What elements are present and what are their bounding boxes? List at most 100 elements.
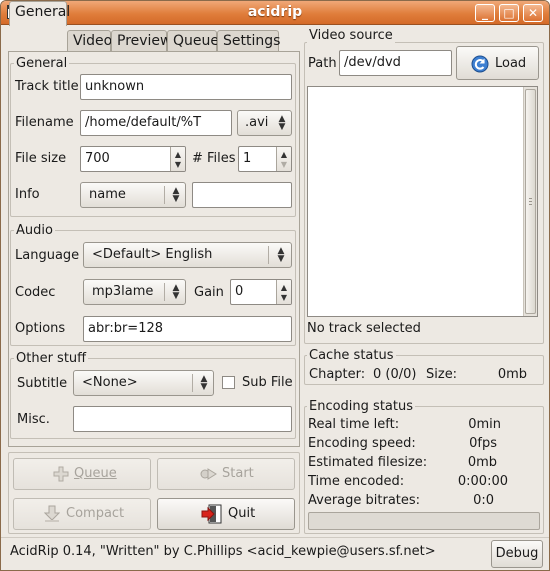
estimated-filesize-label: Estimated filesize: bbox=[308, 455, 428, 470]
start-icon bbox=[200, 466, 218, 482]
encoding-speed-label: Encoding speed: bbox=[308, 436, 416, 451]
info-label: Info bbox=[15, 187, 40, 202]
subtitle-value: <None> bbox=[82, 375, 138, 390]
filesize-value: 700 bbox=[85, 151, 110, 166]
time-encoded-value: 0:00:00 bbox=[457, 474, 508, 489]
codec-label: Codec bbox=[15, 285, 56, 300]
language-combo-separator bbox=[268, 246, 269, 264]
size-value: 0mb bbox=[497, 367, 527, 382]
minimize-button[interactable]: _ bbox=[475, 4, 495, 22]
options-input[interactable]: abr:br=128 bbox=[83, 316, 292, 342]
language-label: Language bbox=[15, 248, 80, 263]
quit-button[interactable]: Quit bbox=[157, 498, 295, 530]
filename-label: Filename bbox=[15, 115, 74, 130]
acidrip-window: acidrip _ □ ✕ General Video Preview Queu… bbox=[0, 0, 550, 571]
download-icon bbox=[43, 505, 61, 523]
quit-label: Quit bbox=[228, 506, 256, 521]
grip-line bbox=[529, 201, 532, 202]
codec-combo-separator bbox=[164, 283, 165, 301]
gain-spinner[interactable]: 0 ▲ ▼ bbox=[230, 279, 292, 305]
debug-button[interactable]: Debug bbox=[491, 540, 543, 568]
gain-label: Gain bbox=[194, 285, 224, 300]
size-label: Size: bbox=[426, 367, 458, 382]
subfile-checkbox[interactable] bbox=[222, 376, 235, 389]
video-source-label: Video source bbox=[307, 28, 395, 43]
info-input[interactable] bbox=[192, 182, 292, 208]
tab-video[interactable]: Video bbox=[67, 30, 112, 52]
scrollbar-thumb[interactable] bbox=[525, 89, 536, 314]
real-time-left-label: Real time left: bbox=[308, 417, 400, 432]
filesize-stepper-icon[interactable]: ▲ ▼ bbox=[170, 147, 185, 171]
estimated-filesize-value: 0mb bbox=[467, 455, 497, 470]
gain-stepper-icon[interactable]: ▲ ▼ bbox=[276, 280, 291, 304]
filesize-label: File size bbox=[15, 151, 67, 166]
codec-chevron-icon: ▲ ▼ bbox=[172, 283, 180, 301]
options-label: Options bbox=[15, 321, 66, 336]
language-combo[interactable]: <Default> English bbox=[83, 242, 292, 268]
filesize-spinner[interactable]: 700 ▲ ▼ bbox=[80, 146, 186, 172]
extension-chevron-icon: ▲ ▼ bbox=[278, 114, 286, 132]
time-encoded-label: Time encoded: bbox=[308, 474, 405, 489]
track-title-input[interactable]: unknown bbox=[80, 74, 292, 100]
start-button[interactable]: Start bbox=[157, 458, 295, 490]
files-value: 1 bbox=[243, 151, 252, 166]
title-bar[interactable]: acidrip _ □ ✕ bbox=[1, 1, 549, 25]
queue-button[interactable]: Queue bbox=[13, 458, 151, 490]
compact-label: Compact bbox=[66, 506, 125, 521]
track-list-scrollbar[interactable] bbox=[523, 87, 537, 316]
misc-input[interactable] bbox=[73, 406, 292, 432]
window-title: acidrip bbox=[247, 4, 303, 20]
files-stepper-icon[interactable]: ▲ ▼ bbox=[276, 147, 291, 171]
tab-queue[interactable]: Queue bbox=[167, 30, 219, 52]
status-text: AcidRip 0.14, "Written" by C.Phillips <a… bbox=[10, 544, 436, 559]
filename-input[interactable]: /home/default/%T bbox=[80, 110, 232, 136]
language-value: <Default> English bbox=[92, 247, 213, 262]
tab-general[interactable]: General bbox=[9, 1, 70, 26]
maximize-button[interactable]: □ bbox=[499, 4, 519, 22]
gain-value: 0 bbox=[235, 284, 244, 299]
files-spinner[interactable]: 1 ▲ ▼ bbox=[238, 146, 292, 172]
other-stuff-frame-label: Other stuff bbox=[14, 351, 89, 366]
average-bitrates-label: Average bitrates: bbox=[308, 493, 421, 508]
load-label: Load bbox=[495, 56, 527, 71]
encoding-status-label: Encoding status bbox=[307, 399, 415, 414]
quit-icon bbox=[201, 504, 223, 524]
general-frame-label: General bbox=[14, 56, 70, 71]
path-label: Path bbox=[308, 56, 337, 71]
codec-value: mp3lame bbox=[92, 284, 154, 299]
close-button[interactable]: ✕ bbox=[523, 4, 543, 22]
path-input[interactable]: /dev/dvd bbox=[339, 50, 452, 76]
encoding-speed-value: 0fps bbox=[469, 436, 497, 451]
subtitle-combo-separator bbox=[192, 374, 193, 392]
average-bitrates-value: 0:0 bbox=[473, 493, 494, 508]
cache-status-label: Cache status bbox=[307, 348, 396, 363]
compact-button[interactable]: Compact bbox=[13, 498, 151, 530]
tab-settings[interactable]: Settings bbox=[217, 30, 280, 52]
info-chevron-icon: ▲ ▼ bbox=[172, 186, 180, 204]
audio-frame-label: Audio bbox=[14, 223, 55, 238]
add-icon bbox=[53, 466, 69, 482]
track-status: No track selected bbox=[307, 321, 421, 336]
track-title-label: Track title bbox=[15, 79, 79, 94]
subfile-label[interactable]: Sub File bbox=[242, 375, 293, 391]
track-list[interactable] bbox=[307, 86, 538, 317]
chapter-label: Chapter: bbox=[309, 367, 366, 382]
load-button[interactable]: Load bbox=[456, 46, 539, 80]
tab-preview[interactable]: Preview bbox=[111, 30, 172, 52]
subtitle-chevron-icon: ▲ ▼ bbox=[200, 374, 208, 392]
refresh-icon bbox=[471, 55, 489, 73]
encoding-progress-bar bbox=[308, 512, 540, 530]
extension-value: .avi bbox=[245, 115, 269, 130]
grip-line bbox=[529, 198, 532, 199]
grip-line bbox=[529, 204, 532, 205]
real-time-left-value: 0min bbox=[468, 417, 501, 432]
language-chevron-icon: ▲ ▼ bbox=[277, 246, 285, 264]
files-label: # Files bbox=[192, 151, 236, 166]
misc-label: Misc. bbox=[17, 412, 50, 427]
start-label: Start bbox=[222, 466, 254, 481]
info-combo-separator bbox=[164, 186, 165, 204]
queue-label: Queue bbox=[74, 466, 117, 481]
subtitle-label: Subtitle bbox=[17, 376, 68, 391]
info-combo-value: name bbox=[89, 187, 126, 202]
chapter-value: 0 (0/0) bbox=[373, 367, 417, 382]
